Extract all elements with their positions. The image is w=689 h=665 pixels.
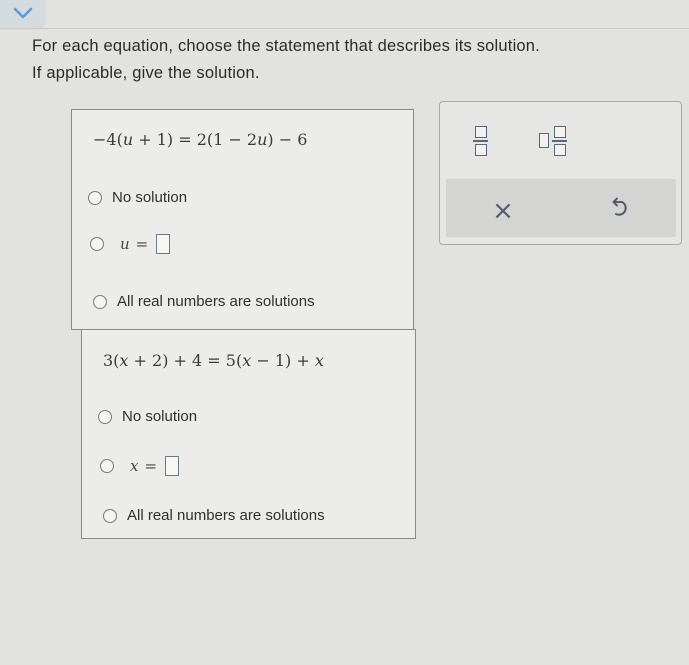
- variable-label: x: [130, 457, 139, 475]
- option-value-2[interactable]: x =: [100, 456, 180, 476]
- option-label: All real numbers are solutions: [127, 507, 325, 524]
- eq2-part-c: − 1) +: [251, 351, 315, 370]
- toolbar-actions-row: [446, 179, 676, 237]
- answer-input-x[interactable]: [165, 456, 180, 476]
- eq1-part-b: + 1) = 2(1 − 2: [133, 130, 258, 149]
- clear-icon: ×: [492, 196, 514, 226]
- variable-equation: u =: [120, 234, 171, 254]
- equation-card-1: −4(u + 1) = 2(1 − 2u) − 6 No solution u …: [71, 109, 414, 330]
- option-label: No solution: [122, 408, 198, 425]
- question-prompt: For each equation, choose the statement …: [32, 33, 682, 87]
- mixed-number-button[interactable]: [539, 126, 567, 156]
- radio-button[interactable]: [90, 237, 104, 251]
- fraction-button[interactable]: [473, 126, 488, 156]
- radio-button[interactable]: [98, 409, 112, 424]
- eq2-var-b: x: [242, 351, 252, 370]
- undo-icon: [607, 197, 629, 226]
- eq2-part-b: + 2) + 4 = 5(: [128, 351, 243, 370]
- radio-button[interactable]: [93, 294, 107, 309]
- collapse-toggle[interactable]: [0, 0, 46, 30]
- equals-sign: =: [144, 457, 158, 475]
- option-value-1[interactable]: u =: [90, 234, 171, 254]
- option-no-solution-1[interactable]: No solution: [88, 189, 187, 206]
- equals-sign: =: [135, 235, 149, 253]
- eq1-part-a: −4(: [93, 130, 123, 149]
- prompt-line-1: For each equation, choose the statement …: [32, 37, 540, 55]
- variable-label: u: [120, 235, 130, 253]
- eq1-var-b: u: [257, 130, 268, 149]
- variable-equation: x =: [130, 456, 180, 476]
- eq2-part-a: 3(: [103, 351, 120, 370]
- eq2-var-c: x: [314, 351, 324, 370]
- prompt-line-2: If applicable, give the solution.: [32, 64, 260, 82]
- eq1-part-c: ) − 6: [267, 130, 308, 149]
- header-divider: [0, 28, 689, 29]
- chevron-down-icon: [13, 6, 33, 24]
- equation-2: 3(x + 2) + 4 = 5(x − 1) + x: [103, 351, 324, 370]
- option-label: No solution: [112, 189, 188, 206]
- eq1-var-a: u: [122, 130, 134, 149]
- undo-button[interactable]: [603, 196, 633, 226]
- radio-button[interactable]: [100, 459, 114, 473]
- option-no-solution-2[interactable]: No solution: [98, 408, 197, 425]
- option-all-real-2[interactable]: All real numbers are solutions: [103, 507, 325, 524]
- option-label: All real numbers are solutions: [117, 293, 315, 310]
- fraction-icon: [473, 126, 488, 156]
- answer-input-u[interactable]: [156, 234, 171, 254]
- radio-button[interactable]: [103, 508, 117, 523]
- equation-card-2: 3(x + 2) + 4 = 5(x − 1) + x No solution …: [81, 329, 416, 539]
- clear-button[interactable]: ×: [490, 196, 516, 226]
- equation-1: −4(u + 1) = 2(1 − 2u) − 6: [93, 130, 307, 149]
- option-all-real-1[interactable]: All real numbers are solutions: [93, 293, 315, 310]
- mixed-number-icon: [539, 126, 567, 156]
- radio-button[interactable]: [88, 190, 102, 205]
